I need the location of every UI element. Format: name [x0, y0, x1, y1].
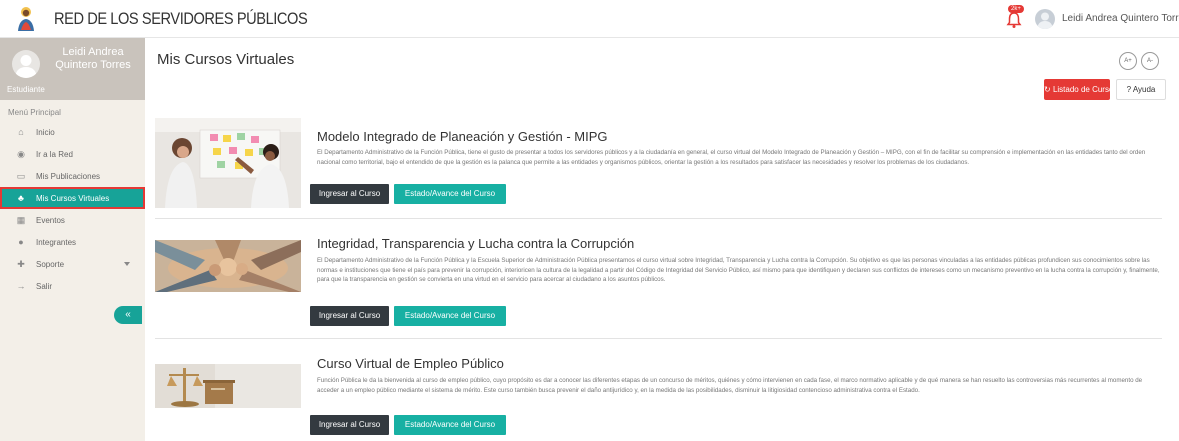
bell-icon[interactable] — [1006, 11, 1022, 29]
menu-title: Menú Principal — [8, 108, 61, 117]
courses-icon: ♣ — [18, 193, 24, 203]
font-decrease-button[interactable]: A- — [1141, 52, 1159, 70]
sidebar-item-label: Salir — [36, 282, 53, 291]
user-menu[interactable]: Leidi Andrea Quintero Torres ▾ — [1062, 13, 1179, 24]
course-title: Modelo Integrado de Planeación y Gestión… — [317, 129, 608, 144]
eye-icon: ◉ — [17, 149, 25, 159]
enter-course-button[interactable]: Ingresar al Curso — [310, 306, 389, 326]
support-icon: ✚ — [17, 259, 25, 269]
course-title: Integridad, Transparencia y Lucha contra… — [317, 236, 635, 251]
logout-icon: → — [16, 281, 26, 291]
sidebar-item-inicio[interactable]: ⌂ Inicio — [0, 121, 145, 143]
page-title: Mis Cursos Virtuales — [157, 51, 295, 68]
course-status-button[interactable]: Estado/Avance del Curso — [394, 184, 506, 204]
sidebar-collapse-button[interactable]: « — [114, 306, 142, 324]
course-status-button[interactable]: Estado/Avance del Curso — [394, 306, 506, 326]
document-icon: ▭ — [16, 171, 26, 181]
profile-avatar — [12, 50, 40, 78]
user-name: Leidi Andrea Quintero Torres — [1062, 13, 1179, 24]
course-image — [155, 118, 301, 208]
sidebar-item-label: Mis Cursos Virtuales — [36, 194, 110, 203]
course-description: Función Pública le da la bienvenida al c… — [317, 377, 1143, 394]
sidebar-profile: Leidi Andrea Quintero Torres Estudiante — [0, 38, 145, 100]
sidebar-item-label: Integrantes — [36, 238, 77, 247]
sidebar-item-integrantes[interactable]: ● Integrantes — [0, 231, 145, 253]
user-avatar[interactable] — [1035, 9, 1055, 29]
app-brand-title[interactable]: RED DE LOS SERVIDORES PÚBLICOS — [54, 9, 308, 29]
profile-role: Estudiante — [7, 85, 45, 94]
notification-badge: 2k+ — [1008, 5, 1024, 13]
sidebar-item-label: Mis Publicaciones — [36, 172, 101, 181]
sidebar-item-label: Eventos — [36, 216, 65, 225]
course-divider — [155, 338, 1162, 339]
refresh-icon: ↻ — [1044, 85, 1053, 94]
sidebar-item-ir-a-la-red[interactable]: ◉ Ir a la Red — [0, 143, 145, 165]
course-card: Curso Virtual de Empleo Público Función … — [155, 356, 1162, 440]
sidebar-item-soporte[interactable]: ✚ Soporte — [0, 253, 145, 275]
course-divider — [155, 218, 1162, 219]
sidebar-item-label: Soporte — [36, 260, 65, 269]
sidebar-item-mis-cursos-virtuales[interactable]: ♣ Mis Cursos Virtuales — [0, 187, 145, 209]
sidebar: Leidi Andrea Quintero Torres Estudiante … — [0, 38, 145, 441]
course-card: Modelo Integrado de Planeación y Gestión… — [155, 118, 1162, 208]
course-card: Integridad, Transparencia y Lucha contra… — [155, 236, 1162, 326]
course-description: El Departamento Administrativo de la Fun… — [317, 149, 1146, 166]
user-icon: ● — [18, 237, 24, 247]
help-button[interactable]: ? Ayuda — [1116, 79, 1166, 100]
enter-course-button[interactable]: Ingresar al Curso — [310, 415, 389, 435]
sidebar-item-eventos[interactable]: ▦ Eventos — [0, 209, 145, 231]
profile-name: Leidi Andrea Quintero Torres — [55, 46, 131, 71]
top-bar: RED DE LOS SERVIDORES PÚBLICOS 2k+ Leidi… — [0, 0, 1179, 38]
calendar-icon: ▦ — [16, 215, 26, 225]
font-increase-button[interactable]: A+ — [1119, 52, 1137, 70]
enter-course-button[interactable]: Ingresar al Curso — [310, 184, 389, 204]
course-status-button[interactable]: Estado/Avance del Curso — [394, 415, 506, 435]
sidebar-item-label: Ir a la Red — [36, 150, 73, 159]
course-title: Curso Virtual de Empleo Público — [317, 356, 504, 371]
sidebar-item-salir[interactable]: → Salir — [0, 275, 145, 297]
home-icon: ⌂ — [18, 127, 24, 137]
sidebar-item-label: Inicio — [36, 128, 55, 137]
sidebar-item-mis-publicaciones[interactable]: ▭ Mis Publicaciones — [0, 165, 145, 187]
course-image — [155, 240, 301, 292]
course-image — [155, 364, 301, 408]
logo-icon[interactable] — [14, 6, 38, 32]
course-list-button[interactable]: ↻ Listado de Cursos — [1044, 79, 1117, 100]
course-description: El Departamento Administrativo de la Fun… — [317, 257, 1160, 283]
chevron-down-icon — [124, 262, 130, 266]
course-list-label: Listado de Cursos — [1052, 85, 1118, 94]
